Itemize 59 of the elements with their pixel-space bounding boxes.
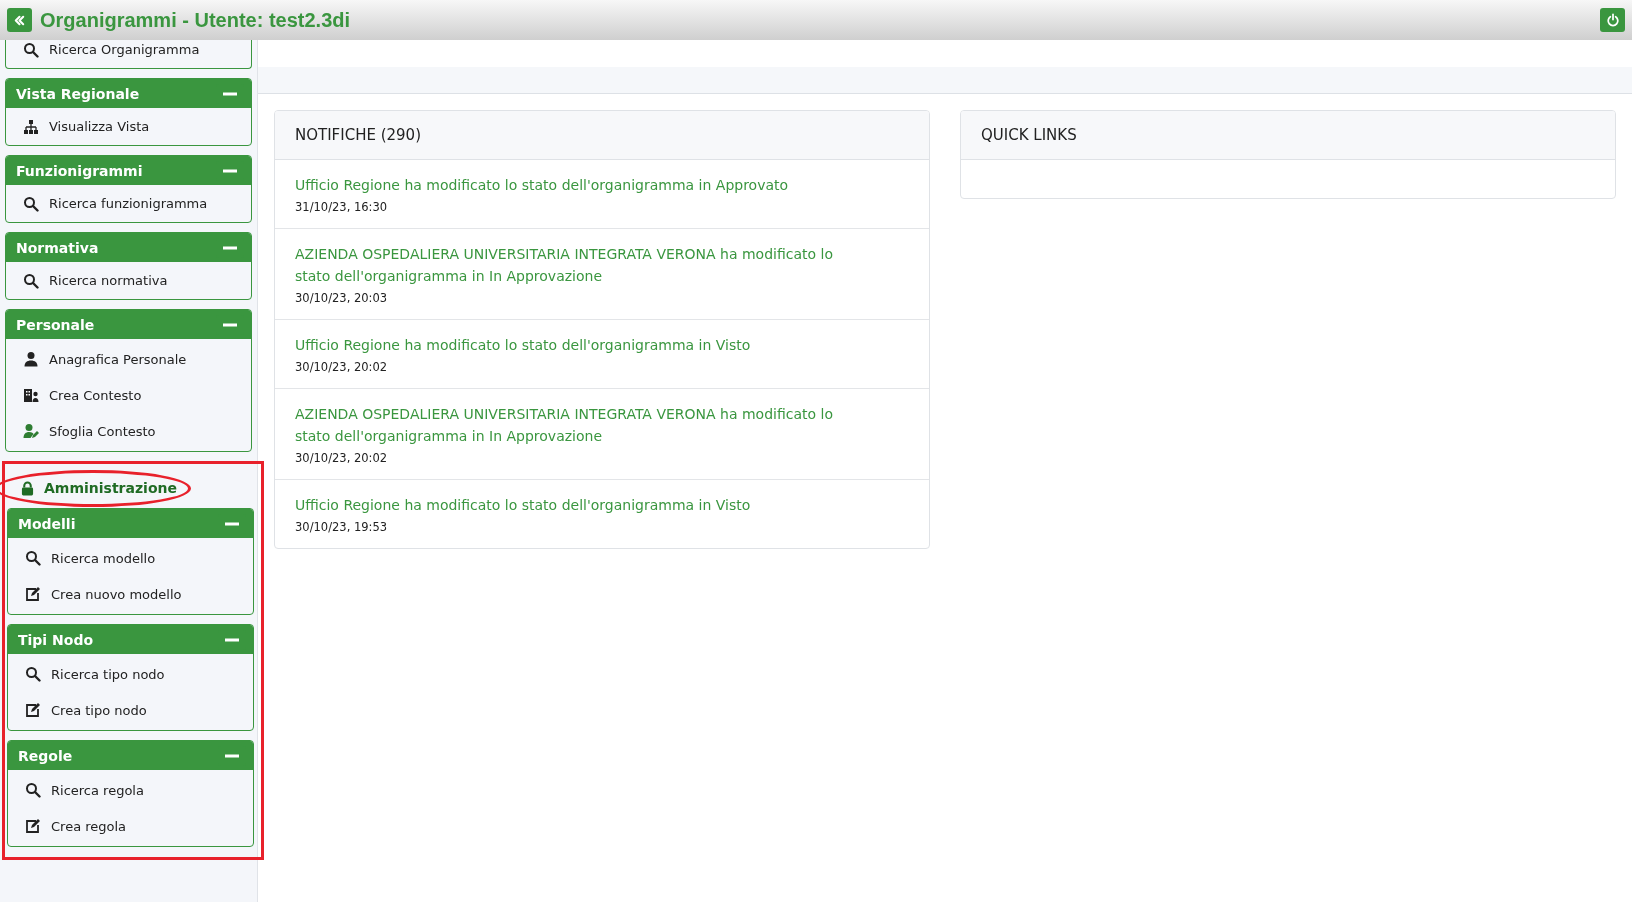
panel-title: Tipi Nodo bbox=[18, 631, 94, 648]
search-icon bbox=[23, 195, 39, 212]
user-icon bbox=[23, 351, 39, 367]
notification-link[interactable]: Ufficio Regione ha modificato lo stato dell'organigramma in Visto bbox=[295, 494, 855, 516]
app-title: Organigrammi - Utente: test2.3di bbox=[40, 8, 351, 32]
sitemap-icon bbox=[23, 118, 39, 135]
minus-icon bbox=[225, 637, 239, 642]
menu-item[interactable]: Ricerca tipo nodo bbox=[8, 656, 253, 692]
menu-item[interactable]: Crea regola bbox=[8, 808, 253, 844]
notification-time: 30/10/23, 20:02 bbox=[295, 360, 389, 374]
menu-item[interactable]: Visualizza Vista bbox=[6, 110, 251, 143]
minus-icon bbox=[223, 245, 237, 250]
collapse-sidebar-button[interactable] bbox=[7, 8, 32, 32]
search-icon bbox=[23, 272, 39, 289]
minus-icon bbox=[223, 168, 237, 173]
search-icon bbox=[25, 782, 41, 798]
menu-item[interactable]: Ricerca regola bbox=[8, 772, 253, 808]
card-title: NOTIFICHE (290) bbox=[295, 126, 421, 144]
search-icon bbox=[25, 550, 41, 566]
notification-link[interactable]: AZIENDA OSPEDALIERA UNIVERSITARIA INTEGRATA VERONA ha modificato lo stato dell'organigramma in In Approvazione bbox=[295, 243, 855, 287]
menu-item[interactable]: Ricerca normativa bbox=[6, 264, 251, 297]
lock-icon bbox=[21, 480, 34, 496]
menu-item[interactable]: Sfoglia Contesto bbox=[6, 413, 251, 449]
notification-time: 31/10/23, 16:30 bbox=[295, 200, 389, 214]
menu-item[interactable]: Ricerca funzionigramma bbox=[6, 187, 251, 220]
menu-item[interactable]: Ricerca modello bbox=[8, 540, 253, 576]
minus-icon bbox=[223, 322, 237, 327]
minus-icon bbox=[225, 521, 239, 526]
edit-icon bbox=[25, 586, 41, 602]
panel-title: Personale bbox=[16, 316, 95, 333]
power-icon bbox=[1605, 13, 1620, 27]
panel-title: Regole bbox=[18, 747, 73, 764]
section-label: Amministrazione bbox=[44, 480, 177, 496]
notification-time: 30/10/23, 20:03 bbox=[295, 291, 389, 305]
menu-item[interactable]: Crea nuovo modello bbox=[8, 576, 253, 612]
menu-item[interactable]: Ricerca Organigramma bbox=[6, 42, 251, 66]
edit-icon bbox=[25, 818, 41, 834]
panel-title: Funzionigrammi bbox=[16, 162, 143, 179]
panel-title: Vista Regionale bbox=[16, 85, 140, 102]
user-pen-icon bbox=[23, 423, 39, 439]
building-user-icon bbox=[23, 387, 39, 403]
panel-title: Modelli bbox=[18, 515, 76, 532]
minus-icon bbox=[223, 91, 237, 96]
menu-item[interactable]: Crea Contesto bbox=[6, 377, 251, 413]
minus-icon bbox=[225, 753, 239, 758]
notification-link[interactable]: Ufficio Regione ha modificato lo stato dell'organigramma in Approvato bbox=[295, 174, 855, 196]
notification-link[interactable]: Ufficio Regione ha modificato lo stato dell'organigramma in Visto bbox=[295, 334, 855, 356]
search-icon bbox=[25, 666, 41, 682]
notification-time: 30/10/23, 19:53 bbox=[295, 520, 389, 534]
card-title: QUICK LINKS bbox=[981, 126, 1077, 144]
double-chevron-left-icon bbox=[13, 13, 26, 27]
notification-link[interactable]: AZIENDA OSPEDALIERA UNIVERSITARIA INTEGRATA VERONA ha modificato lo stato dell'organigramma in In Approvazione bbox=[295, 403, 855, 447]
notification-time: 30/10/23, 20:02 bbox=[295, 451, 389, 465]
edit-icon bbox=[25, 702, 41, 718]
logout-button[interactable] bbox=[1600, 8, 1625, 32]
menu-item[interactable]: Anagrafica Personale bbox=[6, 341, 251, 377]
panel-title: Normativa bbox=[16, 239, 99, 256]
menu-item[interactable]: Crea tipo nodo bbox=[8, 692, 253, 728]
search-icon bbox=[23, 42, 39, 58]
